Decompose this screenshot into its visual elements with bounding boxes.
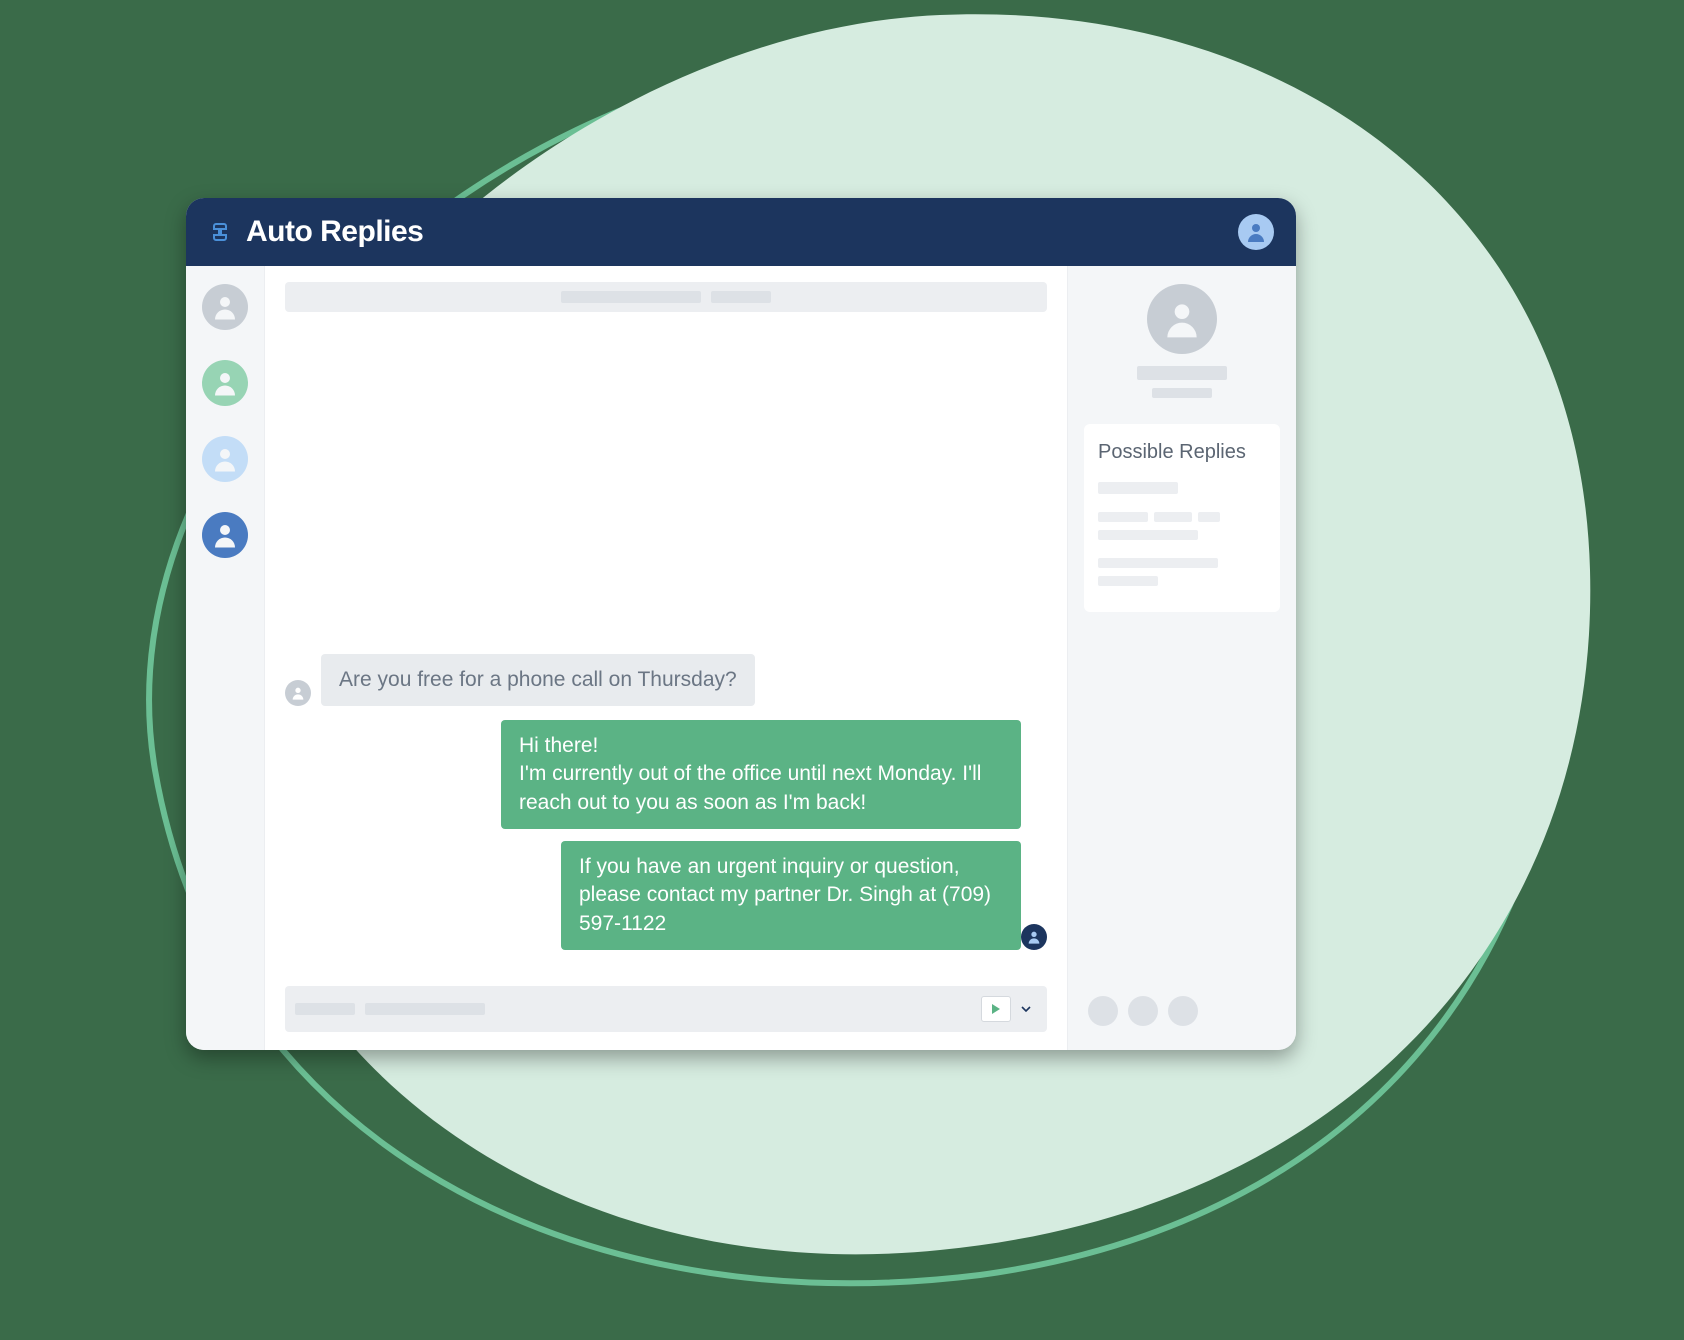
chat-header-placeholder bbox=[561, 291, 701, 303]
app-title: Auto Replies bbox=[246, 215, 423, 249]
composer-placeholder bbox=[295, 1003, 355, 1015]
message-composer bbox=[265, 974, 1067, 1050]
chevron-down-icon bbox=[1021, 1006, 1031, 1012]
app-header: Auto Replies bbox=[186, 198, 1296, 266]
action-button[interactable] bbox=[1168, 996, 1198, 1026]
reply-suggestion[interactable] bbox=[1098, 482, 1266, 494]
composer-input[interactable] bbox=[285, 986, 1047, 1032]
profile-sub-placeholder bbox=[1152, 388, 1212, 398]
contact-item[interactable] bbox=[202, 284, 248, 330]
chat-messages: Are you free for a phone call on Thursda… bbox=[265, 320, 1067, 974]
chat-header bbox=[265, 266, 1067, 320]
possible-replies-title: Possible Replies bbox=[1098, 440, 1266, 464]
contact-item[interactable] bbox=[202, 512, 248, 558]
send-button[interactable] bbox=[981, 996, 1011, 1022]
left-sidebar bbox=[186, 266, 264, 1050]
right-sidebar: Possible Replies bbox=[1068, 266, 1296, 1050]
chat-area: Are you free for a phone call on Thursda… bbox=[264, 266, 1068, 1050]
self-avatar-icon bbox=[1021, 924, 1047, 950]
message-bubble: If you have an urgent inquiry or questio… bbox=[561, 841, 1021, 950]
app-window: Auto Replies bbox=[186, 198, 1296, 1050]
app-body: Are you free for a phone call on Thursda… bbox=[186, 266, 1296, 1050]
brand-icon bbox=[208, 219, 234, 245]
possible-replies-card: Possible Replies bbox=[1084, 424, 1280, 612]
contact-item[interactable] bbox=[202, 360, 248, 406]
play-icon bbox=[992, 1004, 1000, 1014]
action-button[interactable] bbox=[1128, 996, 1158, 1026]
send-options-dropdown[interactable] bbox=[1015, 996, 1037, 1022]
message-bubble: Hi there! I'm currently out of the offic… bbox=[501, 720, 1021, 829]
message-outgoing-group: Hi there! I'm currently out of the offic… bbox=[285, 720, 1047, 950]
action-buttons bbox=[1084, 982, 1280, 1032]
profile-name-placeholder bbox=[1137, 366, 1227, 380]
action-button[interactable] bbox=[1088, 996, 1118, 1026]
current-user-avatar[interactable] bbox=[1238, 214, 1274, 250]
contact-item[interactable] bbox=[202, 436, 248, 482]
composer-placeholder bbox=[365, 1003, 485, 1015]
sender-avatar-icon bbox=[285, 680, 311, 706]
message-bubble: Are you free for a phone call on Thursda… bbox=[321, 654, 755, 706]
reply-suggestion[interactable] bbox=[1098, 512, 1266, 540]
reply-suggestion[interactable] bbox=[1098, 558, 1266, 586]
chat-header-bar bbox=[285, 282, 1047, 312]
message-incoming: Are you free for a phone call on Thursda… bbox=[285, 654, 1047, 706]
chat-header-placeholder bbox=[711, 291, 771, 303]
profile-avatar[interactable] bbox=[1147, 284, 1217, 354]
